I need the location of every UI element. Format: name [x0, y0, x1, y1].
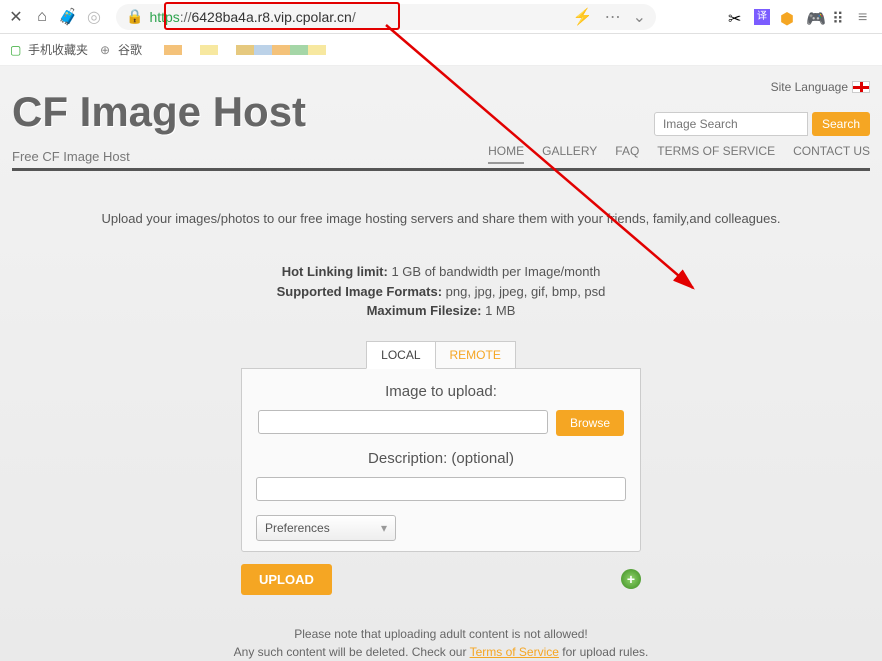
nav-tos[interactable]: TERMS OF SERVICE — [657, 144, 775, 164]
chevron-down-icon[interactable]: ⌄ — [633, 7, 646, 27]
tab-remote[interactable]: REMOTE — [436, 341, 516, 369]
image-to-upload-label: Image to upload: — [256, 383, 626, 400]
add-more-icon[interactable]: + — [621, 569, 641, 589]
flash-icon[interactable]: ⚡ — [573, 7, 593, 27]
menu-icon[interactable]: ≡ — [858, 9, 874, 25]
tab-local[interactable]: LOCAL — [366, 341, 435, 369]
bookmark-item[interactable]: ⊕ 谷歌 — [100, 41, 142, 58]
search-input[interactable] — [654, 112, 808, 136]
upload-panel: LOCAL REMOTE Image to upload: Browse Des… — [241, 341, 641, 595]
upload-footnote: Please note that uploading adult content… — [12, 625, 870, 661]
flag-icon — [852, 81, 870, 93]
upload-button[interactable]: UPLOAD — [241, 564, 332, 595]
site-logo: CF Image Host — [12, 88, 306, 136]
file-path-input[interactable] — [258, 410, 548, 434]
nav-faq[interactable]: FAQ — [615, 144, 639, 164]
lock-icon: 🔒 — [126, 8, 143, 25]
browse-button[interactable]: Browse — [556, 410, 624, 436]
more-icon[interactable]: ⋯ — [605, 7, 621, 27]
shield-icon[interactable]: ⬢ — [780, 9, 796, 25]
tos-link[interactable]: Terms of Service — [470, 645, 559, 659]
bookmark-item[interactable]: ▢ 手机收藏夹 — [10, 41, 88, 58]
search-box: Search — [654, 112, 870, 136]
apps-icon[interactable]: ⠿ — [832, 9, 848, 25]
language-selector[interactable]: Site Language — [771, 80, 870, 94]
site-info-icon[interactable]: ◎ — [86, 9, 102, 25]
search-button[interactable]: Search — [812, 112, 870, 136]
nav-gallery[interactable]: GALLERY — [542, 144, 597, 164]
url-text: https://6428ba4a.r8.vip.cpolar.cn/ — [149, 9, 355, 25]
nav-contact[interactable]: CONTACT US — [793, 144, 870, 164]
bookmarks-bar: ▢ 手机收藏夹 ⊕ 谷歌 — [0, 34, 882, 66]
description-label: Description: (optional) — [256, 450, 626, 467]
intro-text: Upload your images/photos to our free im… — [12, 211, 870, 226]
briefcase-icon[interactable]: 🧳 — [60, 9, 76, 25]
translate-icon[interactable]: 译 — [754, 9, 770, 25]
description-input[interactable] — [256, 477, 626, 501]
bookmark-icon: ▢ — [10, 43, 24, 57]
upload-limits: Hot Linking limit: 1 GB of bandwidth per… — [12, 262, 870, 321]
nav-home[interactable]: HOME — [488, 144, 524, 164]
gamepad-icon[interactable]: 🎮 — [806, 9, 822, 25]
home-icon[interactable]: ⌂ — [34, 9, 50, 25]
tagline: Free CF Image Host — [12, 149, 130, 164]
page-body: Site Language CF Image Host Search Free … — [0, 66, 882, 661]
preferences-dropdown[interactable]: Preferences ▾ — [256, 515, 396, 541]
scissors-icon[interactable]: ✂ — [728, 9, 744, 25]
chevron-down-icon: ▾ — [381, 521, 387, 535]
url-bar[interactable]: 🔒 https://6428ba4a.r8.vip.cpolar.cn/ ⚡ ⋯… — [116, 4, 656, 30]
close-icon[interactable]: ✕ — [8, 9, 24, 25]
color-strip — [164, 45, 344, 55]
browser-toolbar: ✕ ⌂ 🧳 ◎ 🔒 https://6428ba4a.r8.vip.cpolar… — [0, 0, 882, 34]
main-nav: HOME GALLERY FAQ TERMS OF SERVICE CONTAC… — [488, 144, 870, 164]
globe-icon: ⊕ — [100, 43, 114, 57]
